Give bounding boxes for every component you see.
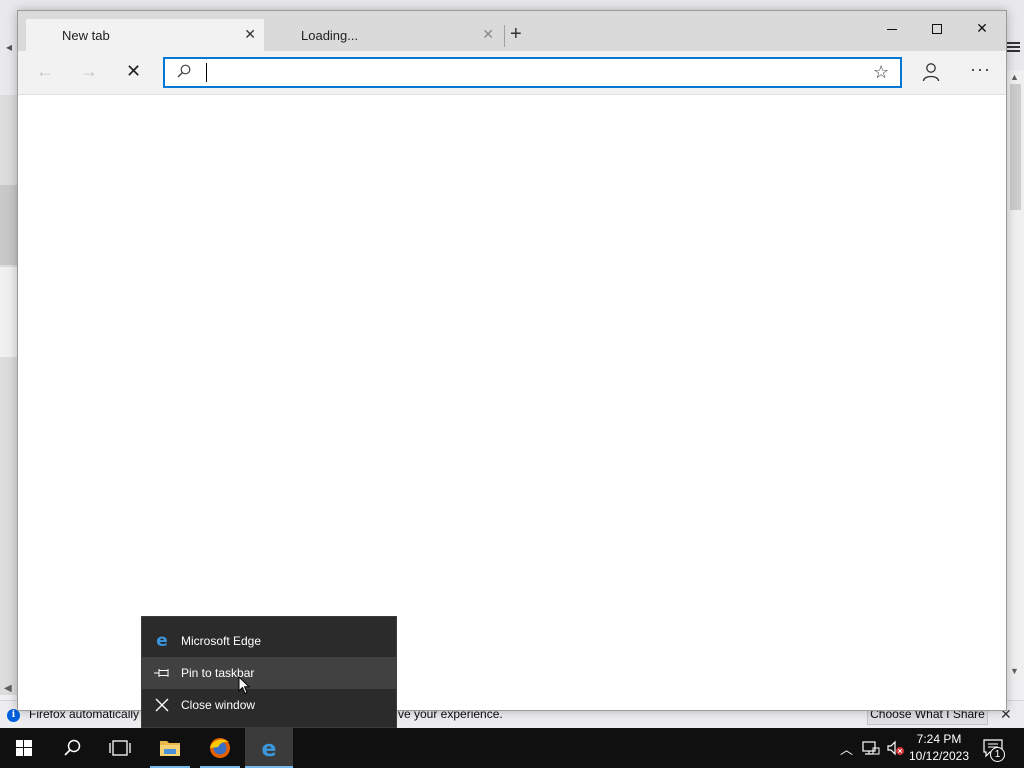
windows-logo-icon	[16, 740, 32, 756]
profile-icon[interactable]	[922, 62, 940, 82]
show-hidden-icons-chevron-icon[interactable]: ︿	[840, 739, 853, 758]
file-explorer-taskbar-button[interactable]	[146, 728, 194, 768]
folder-icon	[160, 741, 180, 756]
tab-loading[interactable]: Loading... ✕	[266, 19, 502, 51]
edge-icon: e	[262, 737, 277, 762]
pin-icon	[154, 669, 169, 677]
new-tab-button[interactable]: +	[510, 24, 522, 44]
start-button[interactable]	[0, 728, 48, 768]
scroll-thumb[interactable]	[1010, 84, 1021, 210]
search-icon	[64, 739, 81, 756]
firefox-page-left-edge	[0, 95, 18, 695]
jump-list-item-pin-to-taskbar[interactable]: Pin to taskbar	[142, 657, 396, 689]
jump-list-item-close-window[interactable]: Close window	[142, 689, 396, 721]
scroll-up-arrow-icon[interactable]: ▲	[1010, 72, 1019, 82]
firefox-vertical-scrollbar[interactable]: ▲ ▼	[1006, 70, 1024, 682]
more-options-icon[interactable]: ···	[970, 59, 991, 80]
close-icon	[155, 698, 169, 712]
minimize-button[interactable]	[870, 15, 914, 43]
scroll-left-arrow-icon[interactable]: ◀	[4, 683, 12, 694]
firefox-back-icon[interactable]: ◂	[6, 40, 12, 54]
tab-new-tab[interactable]: New tab ✕	[26, 19, 264, 51]
window-close-button[interactable]: ✕	[960, 15, 1004, 43]
minimize-icon	[887, 28, 897, 30]
jump-list-label: Close window	[181, 698, 256, 712]
favorite-star-icon[interactable]: ☆	[873, 62, 889, 82]
task-view-button[interactable]	[96, 728, 144, 768]
tab-label: Loading...	[301, 28, 359, 43]
jump-list-item-microsoft-edge[interactable]: e Microsoft Edge	[142, 625, 396, 657]
volume-muted-icon[interactable]	[886, 740, 906, 756]
firefox-taskbar-button[interactable]	[196, 728, 244, 768]
tab-close-icon[interactable]: ✕	[482, 26, 494, 42]
notification-count-badge: 1	[990, 747, 1005, 762]
maximize-icon	[932, 24, 942, 35]
edge-window: New tab ✕ Loading... ✕ + ✕ ← → ✕ ☆ ···	[17, 10, 1007, 711]
tab-label: New tab	[62, 28, 110, 43]
mouse-cursor-icon	[238, 676, 250, 695]
scroll-down-arrow-icon[interactable]: ▼	[1010, 666, 1019, 676]
maximize-button[interactable]	[915, 15, 959, 43]
address-input[interactable]	[205, 62, 845, 83]
forward-button[interactable]: →	[80, 61, 98, 81]
clock-time[interactable]: 7:24 PM	[904, 732, 974, 746]
tab-close-icon[interactable]: ✕	[244, 26, 256, 42]
firefox-icon	[210, 738, 230, 758]
taskbar-search-button[interactable]	[48, 728, 96, 768]
edge-toolbar: ← → ✕ ☆ ···	[18, 51, 1006, 95]
task-view-icon	[109, 740, 131, 756]
edge-title-bar[interactable]: New tab ✕ Loading... ✕ + ✕	[18, 11, 1006, 51]
search-icon	[177, 64, 191, 78]
address-bar[interactable]: ☆	[163, 57, 902, 88]
edge-icon: e	[156, 631, 168, 651]
edge-taskbar-button[interactable]: e	[245, 728, 293, 768]
taskbar-jump-list: e Microsoft Edge Pin to taskbar Close wi…	[141, 616, 397, 728]
taskbar: e ︿ 7:24 PM 10/12/2023 1	[0, 728, 1024, 768]
svg-text:e: e	[262, 737, 277, 762]
text-caret	[206, 63, 207, 82]
network-icon[interactable]	[862, 740, 880, 756]
back-button[interactable]: ←	[36, 61, 54, 81]
stop-loading-button[interactable]: ✕	[126, 61, 141, 81]
clock-date[interactable]: 10/12/2023	[904, 749, 974, 763]
jump-list-label: Microsoft Edge	[181, 634, 262, 648]
firefox-menu-icon[interactable]	[1006, 40, 1020, 54]
tab-separator	[504, 25, 505, 47]
